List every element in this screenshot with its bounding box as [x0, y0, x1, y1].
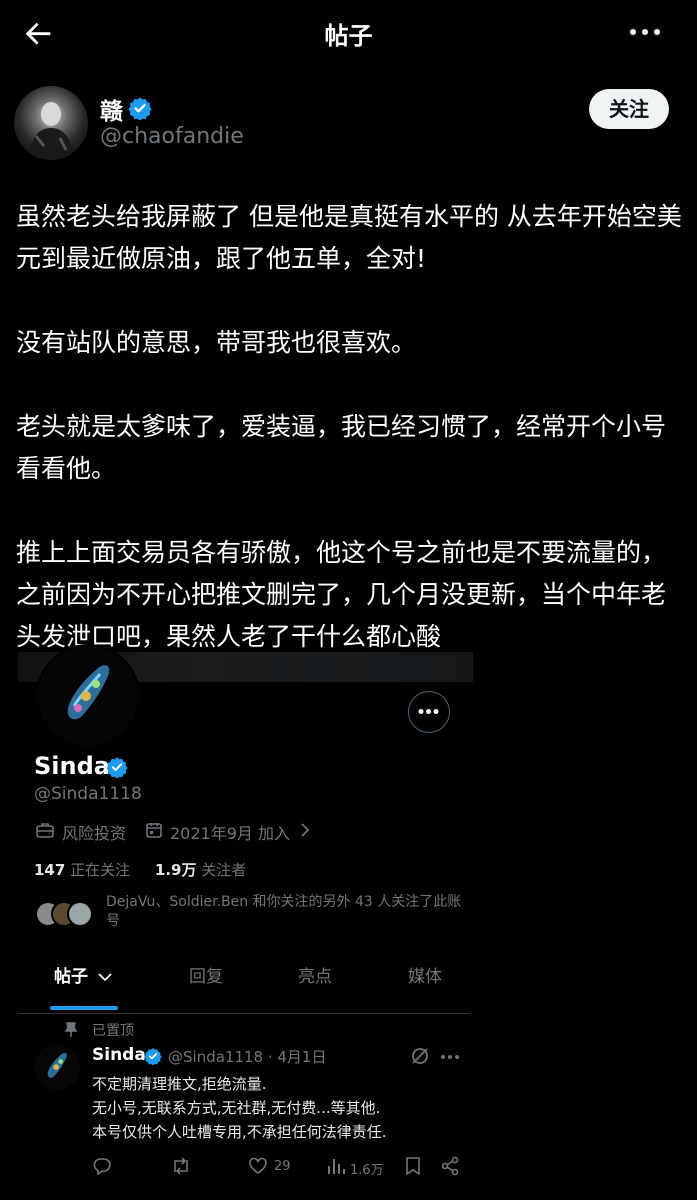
post-paragraph: 老头就是太爹味了，爱装逼，我已经习惯了，经常开个小号看看他。 [16, 412, 667, 483]
following-count[interactable]: 147 [34, 861, 65, 879]
pin-icon [64, 1022, 78, 1037]
calendar-icon [146, 823, 162, 838]
tab-media[interactable]: 媒体 [408, 962, 442, 987]
profile-name: Sinda [34, 752, 110, 780]
author-name[interactable]: 赣 [100, 92, 123, 126]
like-button[interactable]: 29 [248, 1156, 291, 1178]
tweet-line: 无小号,无联系方式,无社群,无付费...等其他. [92, 1099, 381, 1117]
briefcase-icon [36, 823, 54, 838]
profile-more-button[interactable] [408, 691, 450, 733]
pinned-label: 已置顶 [92, 1023, 134, 1039]
divider [18, 1013, 470, 1014]
repost-icon [174, 1157, 188, 1175]
tab-label: 帖子 [54, 967, 88, 987]
share-button[interactable] [440, 1156, 460, 1178]
grok-icon[interactable] [410, 1046, 430, 1066]
following-label[interactable]: 正在关注 [70, 861, 130, 879]
verified-badge-icon [144, 1048, 162, 1065]
tweet-avatar[interactable] [34, 1044, 80, 1090]
profile-stats: 147 正在关注 1.9万 关注者 [34, 859, 246, 880]
top-bar: 帖子 [0, 0, 697, 66]
tab-replies[interactable]: 回复 [189, 962, 223, 987]
view-count: 1.6万 [350, 1163, 384, 1178]
tweet-author-name[interactable]: Sinda [92, 1045, 146, 1065]
followers-label[interactable]: 关注者 [201, 861, 246, 879]
heart-icon [249, 1157, 267, 1174]
profile-handle: @Sinda1118 [34, 784, 142, 804]
views-button[interactable]: 1.6万 [326, 1156, 384, 1178]
profile-tabs: 帖子 回复 亮点 媒体 [0, 962, 470, 1012]
bookmark-icon [406, 1157, 420, 1176]
chevron-right-icon [301, 823, 310, 837]
sinda-avatar [36, 644, 140, 748]
like-count: 29 [274, 1159, 291, 1174]
page-title: 帖子 [324, 22, 373, 50]
post-paragraph: 没有站队的意思，带哥我也很喜欢。 [16, 328, 417, 357]
post-paragraph: 推上上面交易员各有骄傲，他这个号之前也是不要流量的，之前因为不开心把推文删完了，… [16, 538, 667, 651]
author-avatar[interactable] [14, 86, 88, 160]
tweet-line: 不定期清理推文,拒绝流量. [92, 1075, 267, 1093]
followed-by-note[interactable]: DejaVu、Soldier.Ben 和你关注的另外 43 人关注了此账号 [106, 893, 466, 931]
author-handle[interactable]: @chaofandie [100, 124, 244, 149]
post-body: 虽然老头给我屏蔽了 但是他是真挺有水平的 从去年开始空美元到最近做原油，跟了他五… [16, 196, 686, 700]
reply-icon [93, 1158, 111, 1176]
mutual-followers-avatars [35, 901, 93, 927]
share-icon [441, 1156, 459, 1176]
verified-badge-icon [128, 97, 152, 120]
post-paragraph: 虽然老头给我屏蔽了 但是他是真挺有水平的 从去年开始空美元到最近做原油，跟了他五… [16, 202, 682, 273]
tweet-line: 本号仅供个人吐槽专用,不承担任何法律责任. [92, 1123, 387, 1141]
follow-button[interactable]: 关注 [589, 89, 669, 129]
verified-badge-icon [106, 757, 128, 778]
active-tab-indicator [50, 1006, 118, 1010]
tweet-actions: 29 1.6万 [92, 1156, 472, 1180]
tab-posts[interactable]: 帖子 [54, 962, 112, 987]
bookmark-button[interactable] [404, 1156, 422, 1178]
more-options-icon [418, 709, 439, 714]
tweet-handle-date[interactable]: @Sinda1118 · 4月1日 [168, 1046, 326, 1067]
tweet-body: 不定期清理推文,拒绝流量. 无小号,无联系方式,无社群,无付费...等其他. 本… [92, 1072, 462, 1144]
profile-category: 风险投资 [62, 824, 127, 843]
followers-count[interactable]: 1.9万 [155, 861, 197, 879]
views-chart-icon [328, 1159, 345, 1174]
more-options-icon[interactable] [628, 24, 662, 40]
profile-joined: 2021年9月 加入 [170, 824, 290, 843]
repost-button[interactable] [170, 1156, 192, 1178]
more-options-icon[interactable] [440, 1053, 460, 1061]
reply-button[interactable] [92, 1156, 112, 1178]
tab-highlights[interactable]: 亮点 [298, 962, 332, 987]
chevron-down-icon [98, 973, 112, 982]
